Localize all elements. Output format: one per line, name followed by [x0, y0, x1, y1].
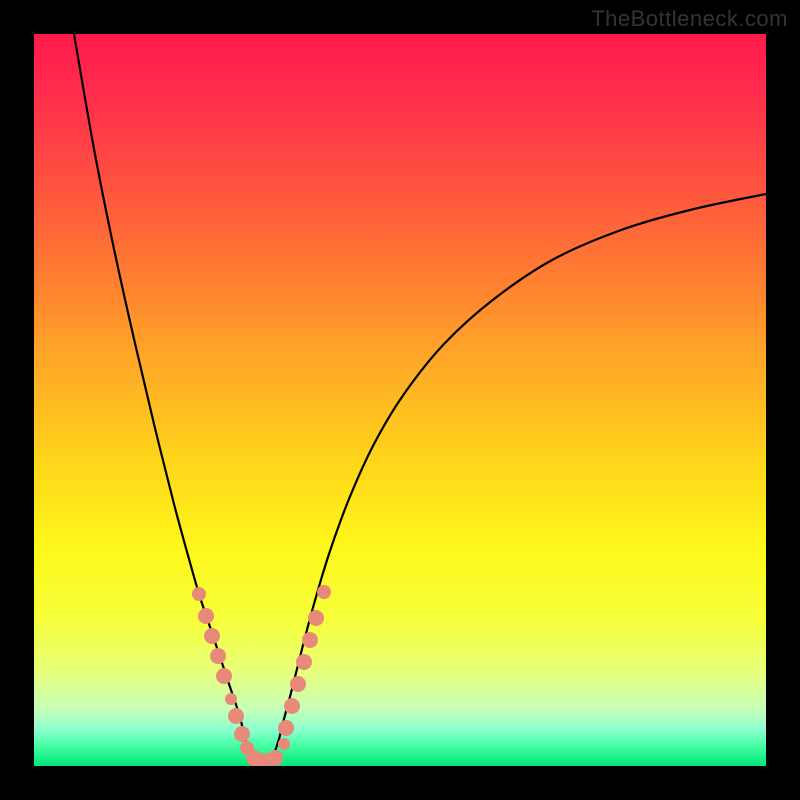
data-marker [284, 698, 300, 714]
chart-svg [34, 34, 766, 766]
data-marker [198, 608, 214, 624]
data-marker [317, 585, 331, 599]
data-marker [278, 720, 294, 736]
plot-area [34, 34, 766, 766]
data-marker [296, 654, 312, 670]
data-marker [192, 587, 206, 601]
data-marker [267, 750, 283, 766]
data-marker [210, 648, 226, 664]
data-marker [308, 610, 324, 626]
data-marker [278, 738, 290, 750]
data-marker [234, 726, 250, 742]
data-marker [225, 693, 237, 705]
data-marker [216, 668, 232, 684]
data-marker [204, 628, 220, 644]
left-curve [74, 34, 249, 754]
data-marker [302, 632, 318, 648]
watermark-text: TheBottleneck.com [591, 6, 788, 32]
right-curve [274, 194, 766, 754]
data-marker [290, 676, 306, 692]
data-marker [228, 708, 244, 724]
marker-group [192, 585, 331, 766]
